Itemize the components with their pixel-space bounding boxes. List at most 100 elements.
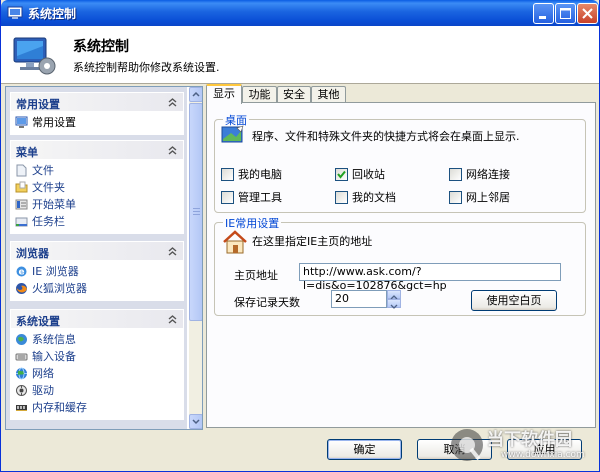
checkbox-label: 网上邻居 [466,191,510,204]
input-device-icon [15,353,28,361]
monitor-settings-icon [13,37,56,75]
sidebar: 常用设置 常用设置 菜单 文件 文件夹 开始菜单 任务栏 浏览器 e IE 浏览… [5,86,203,430]
history-days-stepper[interactable] [387,290,401,309]
sidebar-item-common-settings[interactable]: 常用设置 [10,114,184,131]
tab-display[interactable]: 显示 [206,84,242,104]
checkbox-label: 回收站 [352,168,385,181]
tab-security[interactable]: 安全 [277,86,311,103]
sidebar-group-header[interactable]: 浏览器 [10,241,184,261]
network-icon [16,367,27,380]
ie-icon: e [16,266,27,278]
checkbox-box[interactable] [221,191,234,204]
start-menu-icon [15,199,28,210]
ie-description: 在这里指定IE主页的地址 [252,235,373,248]
close-icon [582,8,593,19]
tab-other[interactable]: 其他 [311,86,346,103]
sidebar-group-common: 常用设置 常用设置 [10,92,184,135]
arrow-up-icon [192,91,200,97]
checkbox-box[interactable] [335,191,348,204]
watermark-logo-icon [451,429,483,461]
homepage-input[interactable]: http://www.ask.com/?l=dis&o=102876&gct=h… [299,263,561,292]
checkbox-box[interactable] [449,168,462,181]
sidebar-item-label: 开始菜单 [32,198,76,211]
checkbox-box[interactable] [221,168,234,181]
chevron-up-icon[interactable] [166,144,179,157]
watermark-url: www.downxia.com [501,450,585,460]
checkbox-label: 我的文档 [352,191,396,204]
minimize-icon [539,16,546,19]
sidebar-item-label: 文件夹 [32,181,65,194]
sidebar-item-driver[interactable]: 驱动 [10,382,184,399]
sidebar-group-header[interactable]: 菜单 [10,140,184,160]
sidebar-item-label: 常用设置 [32,116,76,129]
sidebar-item-label: 网络 [32,367,54,380]
taskbar-icon [15,217,28,227]
sidebar-item-ie[interactable]: e IE 浏览器 [10,263,184,280]
chevron-up-icon[interactable] [166,96,179,109]
checkbox-label: 我的电脑 [238,168,282,181]
driver-icon [16,385,27,396]
ok-button[interactable]: 确定 [327,439,402,460]
sidebar-item-label: 内存和缓存 [32,401,87,414]
close-button[interactable] [577,3,598,24]
window-title: 系统控制 [28,7,77,21]
tab-panel-display: 桌面 程序、文件和特殊文件夹的快捷方式将会在桌面上显示. 我的电脑 回收站 网络… [206,102,596,428]
checkbox-box[interactable] [449,191,462,204]
scroll-thumb[interactable] [189,103,202,321]
maximize-button[interactable] [555,3,576,24]
sidebar-item-firefox[interactable]: 火狐浏览器 [10,280,184,297]
settings-icon [15,116,28,128]
sidebar-item-label: 任务栏 [32,215,65,228]
sidebar-group-menu: 菜单 文件 文件夹 开始菜单 任务栏 [10,140,184,234]
scroll-up-button[interactable] [189,87,202,102]
sidebar-item-memory[interactable]: 内存和缓存 [10,399,184,416]
history-days-input[interactable]: 20 [331,290,387,308]
sidebar-group-system: 系统设置 系统信息 输入设备 网络 驱动 内存和缓存 [10,309,184,420]
stepper-up-button[interactable] [387,290,401,300]
system-info-icon [16,334,27,345]
desktop-group: 桌面 程序、文件和特殊文件夹的快捷方式将会在桌面上显示. 我的电脑 回收站 网络… [214,112,586,213]
title-bar[interactable]: 系统控制 [1,0,599,26]
app-icon [7,6,23,19]
svg-text:e: e [18,268,24,278]
sidebar-groups: 常用设置 常用设置 菜单 文件 文件夹 开始菜单 任务栏 浏览器 e IE 浏览… [6,87,187,429]
chevron-up-icon[interactable] [166,245,179,258]
ie-settings-group: IE常用设置 在这里指定IE主页的地址 主页地址 http://www.ask.… [214,215,586,316]
stepper-down-button[interactable] [387,299,401,309]
sidebar-group-title: 浏览器 [16,247,49,260]
sidebar-item-taskbar[interactable]: 任务栏 [10,213,184,230]
sidebar-item-network[interactable]: 网络 [10,365,184,382]
sidebar-item-system-info[interactable]: 系统信息 [10,331,184,348]
sidebar-item-folder[interactable]: 文件夹 [10,179,184,196]
tab-function[interactable]: 功能 [242,86,277,103]
checkbox-label: 网络连接 [466,168,510,181]
history-days-label: 保存记录天数 [234,296,300,309]
firefox-icon [16,283,27,294]
arrow-down-icon [390,304,398,309]
sidebar-item-label: 文件 [32,164,54,177]
check-icon [337,170,346,179]
scroll-down-button[interactable] [189,414,202,429]
arrow-down-icon [192,419,200,425]
sidebar-scrollbar[interactable] [189,87,202,429]
minimize-button[interactable] [533,3,554,24]
sidebar-item-file[interactable]: 文件 [10,162,184,179]
use-blank-page-button[interactable]: 使用空白页 [471,290,557,311]
desktop-icon [221,125,244,143]
sidebar-item-label: 驱动 [32,384,54,397]
maximize-icon [560,8,571,19]
sidebar-group-title: 菜单 [16,146,38,159]
homepage-label: 主页地址 [234,269,278,282]
sidebar-group-title: 系统设置 [16,315,60,328]
checkbox-box[interactable] [335,168,348,181]
watermark-text: 当下软件园 [487,430,572,450]
chevron-up-icon[interactable] [166,313,179,326]
sidebar-item-start-menu[interactable]: 开始菜单 [10,196,184,213]
sidebar-group-header[interactable]: 常用设置 [10,92,184,112]
sidebar-group-header[interactable]: 系统设置 [10,309,184,329]
file-icon [16,164,27,177]
page-subtitle: 系统控制帮助你修改系统设置. [73,61,220,74]
sidebar-item-input-device[interactable]: 输入设备 [10,348,184,365]
ie-settings-legend: IE常用设置 [223,215,282,231]
watermark: 当下软件园 www.downxia.com [449,423,599,469]
